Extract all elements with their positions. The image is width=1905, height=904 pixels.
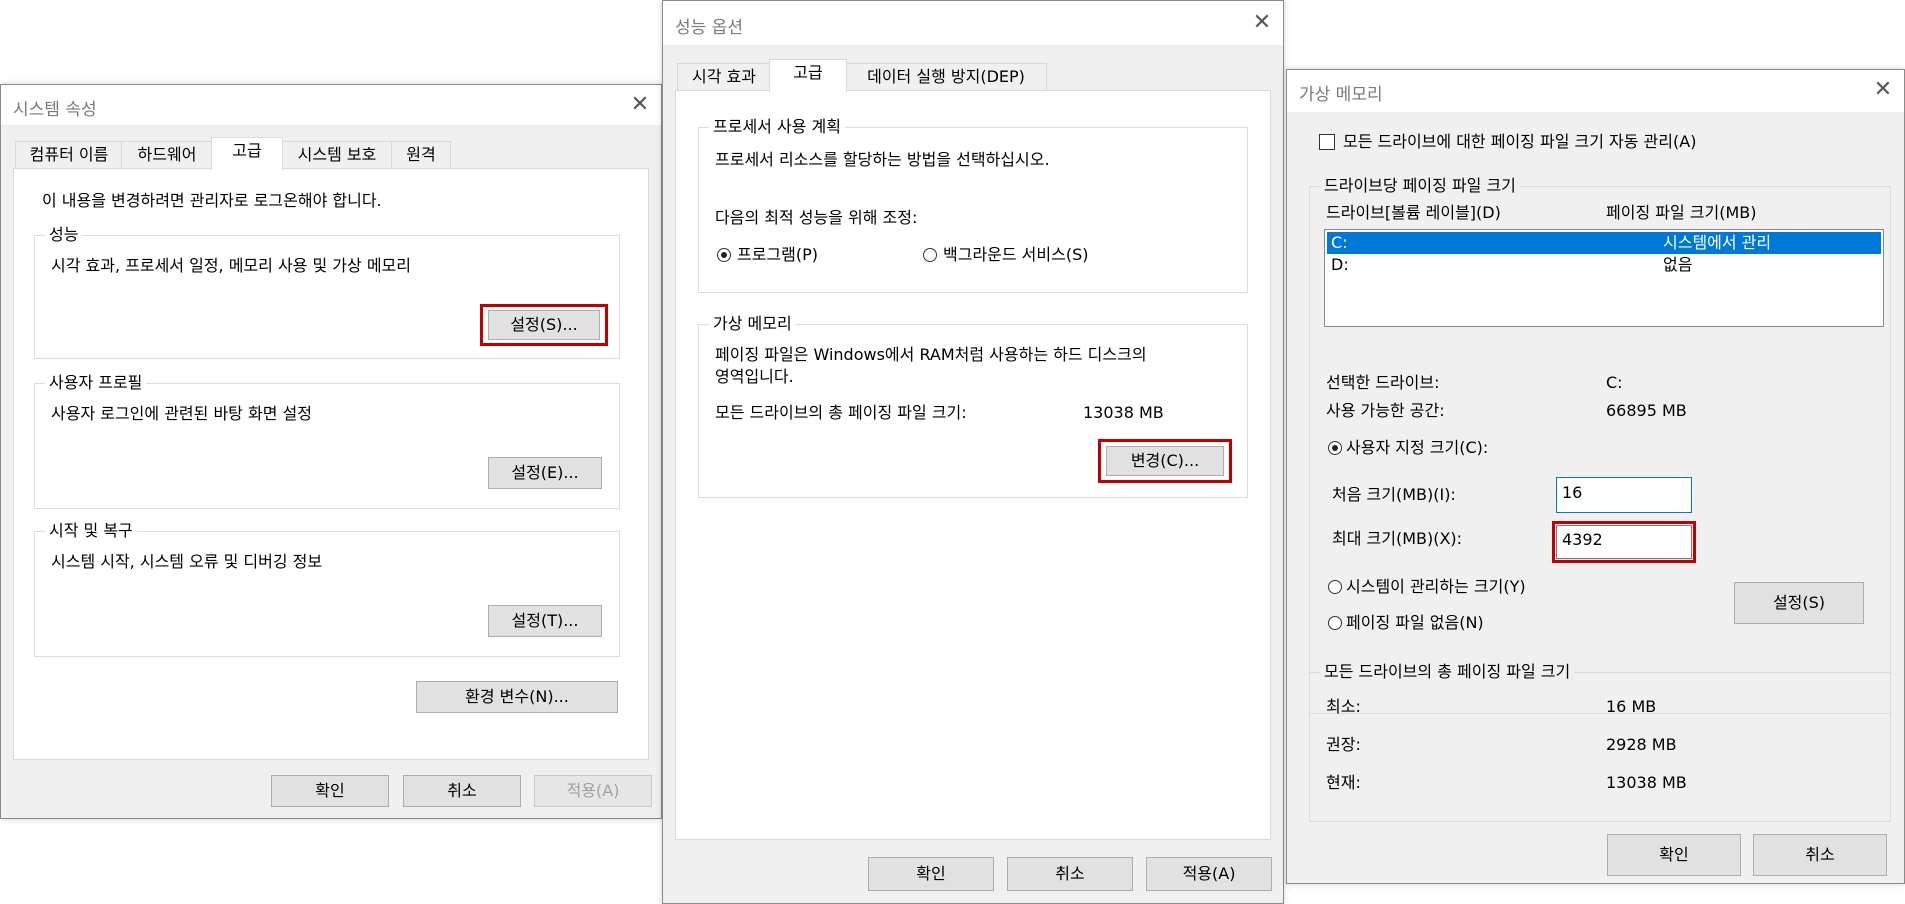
custom-size-radio[interactable] [1328, 441, 1342, 455]
auto-manage-checkbox[interactable] [1319, 134, 1335, 150]
group-description: 사용자 로그인에 관련된 바탕 화면 설정 [51, 404, 312, 423]
ok-button[interactable]: 확인 [271, 775, 389, 807]
programs-radio[interactable] [717, 248, 731, 262]
set-button[interactable]: 설정(S) [1734, 582, 1864, 624]
total-paging-value: 13038 MB [1083, 403, 1164, 422]
tab-hardware[interactable]: 하드웨어 [121, 141, 213, 168]
list-item[interactable]: C: 시스템에서 관리 [1327, 232, 1881, 254]
tab-remote[interactable]: 원격 [391, 141, 451, 168]
recommended-label: 권장: [1326, 735, 1361, 754]
minimum-value: 16 MB [1606, 697, 1657, 716]
ok-button[interactable]: 확인 [868, 857, 994, 891]
user-profiles-settings-button[interactable]: 설정(E)... [488, 457, 602, 489]
virtual-memory-group: 가상 메모리 페이징 파일은 Windows에서 RAM처럼 사용하는 하드 디… [698, 314, 1248, 498]
per-drive-group: 드라이브당 페이징 파일 크기 드라이브[볼륨 레이블](D) 페이징 파일 크… [1309, 176, 1891, 714]
tab-dep[interactable]: 데이터 실행 방지(DEP) [845, 63, 1047, 90]
performance-options-window: 성능 옵션 ✕ 시각 효과 고급 데이터 실행 방지(DEP) 프로세서 사용 … [662, 0, 1284, 904]
tab-system-protection[interactable]: 시스템 보호 [281, 141, 393, 168]
group-title: 성능 [45, 225, 83, 245]
max-size-label: 최대 크기(MB)(X): [1332, 529, 1463, 548]
available-space-label: 사용 가능한 공간: [1326, 401, 1445, 420]
title-bar[interactable]: 성능 옵션 ✕ [663, 1, 1283, 45]
highlight-box [1098, 439, 1232, 483]
group-description: 시각 효과, 프로세서 일정, 메모리 사용 및 가상 메모리 [51, 256, 411, 275]
group-title: 드라이브당 페이징 파일 크기 [1320, 176, 1520, 196]
radio-selected-dot [1332, 445, 1338, 451]
list-item[interactable]: D: 없음 [1327, 254, 1881, 276]
group-title: 사용자 프로필 [45, 373, 147, 393]
drive-name: C: [1331, 233, 1348, 252]
user-profiles-group: 사용자 프로필 사용자 로그인에 관련된 바탕 화면 설정 설정(E)... [34, 373, 620, 509]
environment-variables-button[interactable]: 환경 변수(N)... [416, 681, 618, 713]
group-title: 가상 메모리 [709, 314, 796, 334]
performance-group: 성능 시각 효과, 프로세서 일정, 메모리 사용 및 가상 메모리 설정(S)… [34, 225, 620, 359]
virtual-memory-window: 가상 메모리 ✕ 모든 드라이브에 대한 페이징 파일 크기 자동 관리(A) … [1286, 69, 1905, 884]
window-title: 성능 옵션 [675, 18, 743, 38]
tab-computer-name[interactable]: 컴퓨터 이름 [15, 141, 123, 168]
drive-column-header: 드라이브[볼륨 레이블](D) [1326, 203, 1501, 222]
recommended-value: 2928 MB [1606, 735, 1677, 754]
adjust-label: 다음의 최적 성능을 위해 조정: [715, 208, 918, 227]
tab-strip: 컴퓨터 이름 하드웨어 고급 시스템 보호 원격 [15, 137, 535, 170]
tab-strip: 시각 효과 고급 데이터 실행 방지(DEP) [677, 59, 1157, 92]
close-icon[interactable]: ✕ [1868, 75, 1898, 105]
vm-description-line1: 페이징 파일은 Windows에서 RAM처럼 사용하는 하드 디스크의 [715, 345, 1147, 364]
apply-button[interactable]: 적용(A) [1146, 857, 1272, 891]
cancel-button[interactable]: 취소 [1753, 834, 1887, 876]
no-paging-file-label[interactable]: 페이징 파일 없음(N) [1346, 613, 1484, 633]
drive-size: 없음 [1663, 255, 1693, 274]
system-managed-radio[interactable] [1328, 580, 1342, 594]
current-value: 13038 MB [1606, 773, 1687, 792]
tab-visual-effects[interactable]: 시각 효과 [677, 63, 771, 90]
custom-size-label[interactable]: 사용자 지정 크기(C): [1346, 438, 1488, 458]
auto-manage-label[interactable]: 모든 드라이브에 대한 페이징 파일 크기 자동 관리(A) [1343, 132, 1696, 152]
close-icon[interactable]: ✕ [1247, 8, 1277, 38]
window-title: 시스템 속성 [13, 100, 97, 120]
group-title: 프로세서 사용 계획 [709, 117, 845, 137]
cancel-button[interactable]: 취소 [1007, 857, 1133, 891]
total-paging-label: 모든 드라이브의 총 페이징 파일 크기: [715, 403, 967, 422]
initial-size-label: 처음 크기(MB)(I): [1332, 485, 1456, 504]
drive-name: D: [1331, 255, 1349, 274]
selected-drive-value: C: [1606, 373, 1623, 392]
vm-description-line2: 영역입니다. [715, 367, 794, 386]
current-label: 현재: [1326, 773, 1361, 792]
window-title: 가상 메모리 [1299, 85, 1383, 105]
system-managed-label[interactable]: 시스템이 관리하는 크기(Y) [1346, 577, 1526, 597]
no-paging-file-radio[interactable] [1328, 616, 1342, 630]
group-title: 시작 및 복구 [45, 521, 137, 541]
system-properties-window: 시스템 속성 ✕ 컴퓨터 이름 하드웨어 고급 시스템 보호 원격 이 내용을 … [0, 84, 662, 819]
processor-scheduling-group: 프로세서 사용 계획 프로세서 리소스를 할당하는 방법을 선택하십시오. 다음… [698, 117, 1248, 293]
drive-list[interactable]: C: 시스템에서 관리 D: 없음 [1324, 229, 1884, 327]
highlight-box [1552, 521, 1696, 563]
group-title: 모든 드라이브의 총 페이징 파일 크기 [1320, 662, 1575, 682]
group-description: 프로세서 리소스를 할당하는 방법을 선택하십시오. [715, 150, 1050, 169]
background-services-radio[interactable] [923, 248, 937, 262]
apply-button[interactable]: 적용(A) [534, 775, 652, 807]
available-space-value: 66895 MB [1606, 401, 1687, 420]
ok-button[interactable]: 확인 [1607, 834, 1741, 876]
startup-recovery-group: 시작 및 복구 시스템 시작, 시스템 오류 및 디버깅 정보 설정(T)... [34, 521, 620, 657]
tab-panel: 이 내용을 변경하려면 관리자로 로그온해야 합니다. 성능 시각 효과, 프로… [13, 168, 649, 760]
size-column-header: 페이징 파일 크기(MB) [1606, 203, 1757, 222]
tab-advanced[interactable]: 고급 [211, 137, 283, 170]
drive-size: 시스템에서 관리 [1663, 233, 1772, 252]
total-paging-group: 모든 드라이브의 총 페이징 파일 크기 최소: 16 MB 권장: 2928 … [1309, 662, 1891, 822]
admin-note: 이 내용을 변경하려면 관리자로 로그온해야 합니다. [42, 191, 382, 210]
close-icon[interactable]: ✕ [625, 90, 655, 120]
initial-size-input[interactable]: 16 [1556, 477, 1692, 513]
cancel-button[interactable]: 취소 [403, 775, 521, 807]
highlight-box [480, 304, 608, 346]
tab-panel: 프로세서 사용 계획 프로세서 리소스를 할당하는 방법을 선택하십시오. 다음… [675, 90, 1271, 840]
title-bar[interactable]: 시스템 속성 ✕ [1, 85, 661, 125]
radio-selected-dot [721, 252, 727, 258]
selected-drive-label: 선택한 드라이브: [1326, 373, 1440, 392]
title-bar[interactable]: 가상 메모리 ✕ [1287, 70, 1904, 112]
startup-recovery-settings-button[interactable]: 설정(T)... [488, 605, 602, 637]
minimum-label: 최소: [1326, 697, 1361, 716]
programs-label[interactable]: 프로그램(P) [737, 245, 818, 265]
background-services-label[interactable]: 백그라운드 서비스(S) [943, 245, 1089, 265]
group-description: 시스템 시작, 시스템 오류 및 디버깅 정보 [51, 552, 323, 571]
tab-advanced[interactable]: 고급 [769, 59, 847, 92]
